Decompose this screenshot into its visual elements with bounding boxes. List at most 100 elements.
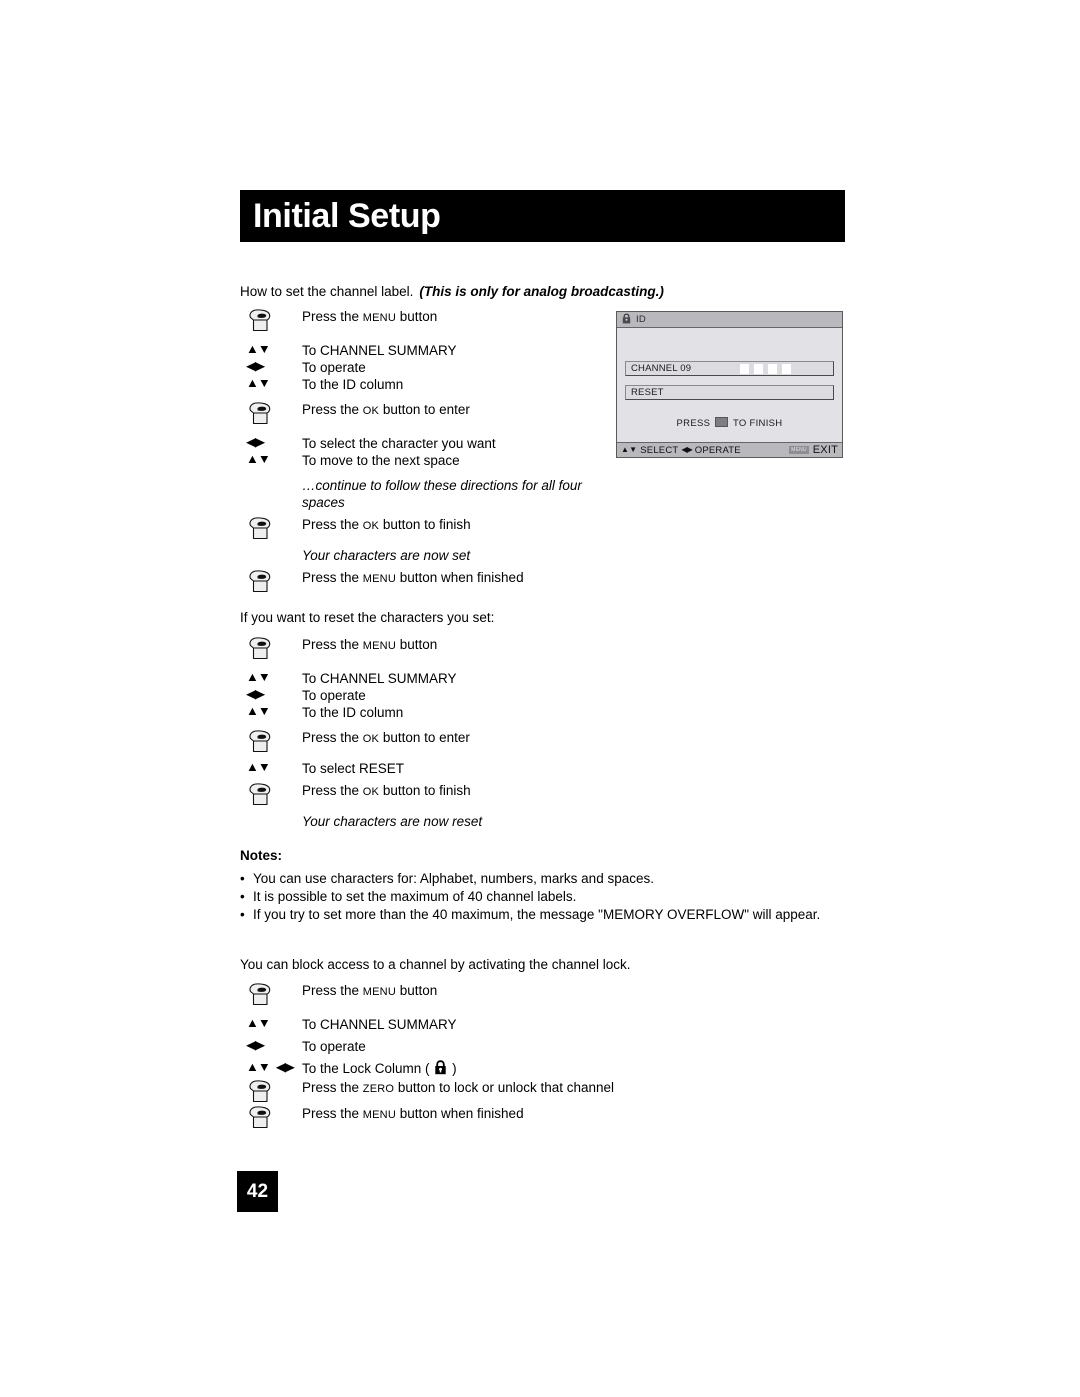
osd-footer-exit: MENU EXIT (789, 444, 838, 456)
lock-step-text-pre: To the Lock Column ( (302, 1061, 434, 1076)
left-right-arrows-icon: ◀▶ (681, 445, 692, 454)
step-smallcap: ZERO (362, 1083, 395, 1095)
character-slot[interactable] (754, 363, 763, 374)
step-row: ▲▼ To the ID column (240, 704, 850, 721)
continue-note-row: …continue to follow these directions for… (240, 477, 850, 511)
step-label: To operate (302, 360, 366, 375)
osd-row-reset[interactable]: RESET (625, 385, 834, 400)
step-smallcap: MENU (362, 312, 396, 324)
hand-press-icon (240, 1105, 302, 1131)
osd-screen-illustration: ID CHANNEL 09 RESET PRESS TO FINISH ▲▼ S… (616, 311, 843, 458)
osd-exit-label: EXIT (812, 444, 838, 456)
step-text-pre: Press the (302, 983, 363, 998)
step-text-pre: Press the (302, 637, 363, 652)
up-down-arrows-icon: ▲▼ (621, 445, 638, 454)
character-slot[interactable] (740, 363, 749, 374)
bullet-icon: • (240, 871, 245, 886)
up-down-arrows-icon: ▲▼ (246, 1015, 271, 1030)
character-slot[interactable] (782, 363, 791, 374)
note-list-item: • You can use characters for: Alphabet, … (240, 870, 850, 887)
hand-press-icon (240, 516, 302, 542)
bullet-icon: • (240, 889, 245, 904)
note-text: It is possible to set the maximum of 40 … (253, 889, 577, 904)
page-title: Initial Setup (253, 197, 441, 235)
step-label: To the ID column (302, 705, 404, 720)
characters-reset-note-row: Your characters are now reset (240, 813, 850, 830)
step-row: ▲▼ To CHANNEL SUMMARY (240, 670, 850, 687)
character-slot-group[interactable] (740, 363, 791, 374)
ok-button-icon (715, 417, 729, 428)
step-row: Press the MENU button when finished (240, 569, 850, 595)
osd-body: CHANNEL 09 RESET PRESS TO FINISH (617, 328, 842, 441)
step-label: To the ID column (302, 377, 404, 392)
step-smallcap: MENU (362, 573, 396, 585)
finish-text-pre: PRESS (676, 418, 714, 429)
hand-press-icon (240, 636, 302, 662)
step-row: Press the OK button to finish (240, 516, 850, 542)
step-text-post: button to enter (379, 730, 470, 745)
step-label: Press the OK button to finish (302, 782, 471, 801)
left-right-arrows-icon: ◀▶ (246, 358, 265, 373)
step-label: Press the ZERO button to lock or unlock … (302, 1079, 614, 1098)
step-text-post: button (395, 983, 438, 998)
step-text-post: button (395, 309, 438, 324)
hand-press-icon (240, 729, 302, 755)
step-text-pre: Press the (302, 1106, 363, 1121)
step-text-pre: Press the (302, 402, 363, 417)
step-row: Press the MENU button when finished (240, 1105, 850, 1131)
up-down-arrows-icon: ▲▼ (246, 451, 271, 466)
note-text: If you try to set more than the 40 maxim… (253, 907, 821, 922)
step-text-pre: Press the (302, 309, 363, 324)
continue-note: …continue to follow these directions for… (302, 477, 582, 511)
step-label: Press the OK button to enter (302, 729, 470, 748)
characters-reset-note: Your characters are now reset (302, 814, 483, 829)
channel-lock-intro: You can block access to a channel by act… (240, 957, 631, 972)
left-right-arrows-icon: ◀▶ (246, 686, 265, 701)
finish-text-post: TO FINISH (730, 418, 783, 429)
osd-select-label: SELECT (640, 444, 679, 456)
step-text-pre: Press the (302, 730, 363, 745)
step-text-pre: Press the (302, 570, 363, 585)
continue-note-line1: …continue to follow these directions for… (302, 478, 582, 493)
step-smallcap: OK (362, 786, 380, 798)
left-right-arrows-icon: ◀▶ (246, 1037, 265, 1052)
characters-set-note-row: Your characters are now set (240, 547, 850, 564)
osd-footer-select: ▲▼ SELECT ◀▶ OPERATE (621, 445, 741, 456)
osd-operate-label: OPERATE (694, 444, 741, 456)
continue-note-line2: spaces (302, 495, 345, 510)
step-smallcap: MENU (362, 640, 396, 652)
intro-text: How to set the channel label. (240, 284, 414, 299)
up-down-arrows-icon: ▲▼ (246, 759, 271, 774)
step-text-post: button to lock or unlock that channel (394, 1080, 615, 1095)
up-down-arrows-icon: ▲▼ (246, 375, 271, 390)
osd-row-channel[interactable]: CHANNEL 09 (625, 361, 834, 376)
step-label: Press the MENU button (302, 982, 437, 1001)
bullet-icon: • (240, 907, 245, 922)
step-label: To move to the next space (302, 453, 460, 468)
intro-line: How to set the channel label. (This is on… (240, 283, 850, 300)
step-label: Press the MENU button (302, 636, 437, 655)
step-label: Press the MENU button when finished (302, 1105, 524, 1124)
up-down-arrows-icon: ▲▼ (246, 703, 271, 718)
lock-column-step-row: ▲▼ ◀▶ To the Lock Column ( ) (240, 1060, 850, 1079)
step-row: ◀▶ To operate (240, 687, 850, 704)
step-label: Press the OK button to enter (302, 401, 470, 420)
hand-press-icon (240, 308, 302, 334)
step-row: Press the MENU button (240, 982, 850, 1008)
step-label: Press the MENU button when finished (302, 569, 524, 588)
osd-row-label: CHANNEL 09 (631, 363, 692, 374)
step-smallcap: MENU (362, 986, 396, 998)
step-text-pre: Press the (302, 517, 363, 532)
note-list-item: • If you try to set more than the 40 max… (240, 906, 850, 923)
step-text-pre: Press the (302, 783, 363, 798)
character-slot[interactable] (768, 363, 777, 374)
step-smallcap: OK (362, 520, 380, 532)
hand-press-icon (240, 569, 302, 595)
step-label: To CHANNEL SUMMARY (302, 343, 457, 358)
step-label: To select the character you want (302, 436, 496, 451)
step-label: Press the OK button to finish (302, 516, 471, 535)
step-row: Press the ZERO button to lock or unlock … (240, 1079, 850, 1105)
step-text-post: button to finish (379, 517, 471, 532)
step-row: Press the OK button to finish (240, 782, 850, 808)
step-text-post: button to finish (379, 783, 471, 798)
